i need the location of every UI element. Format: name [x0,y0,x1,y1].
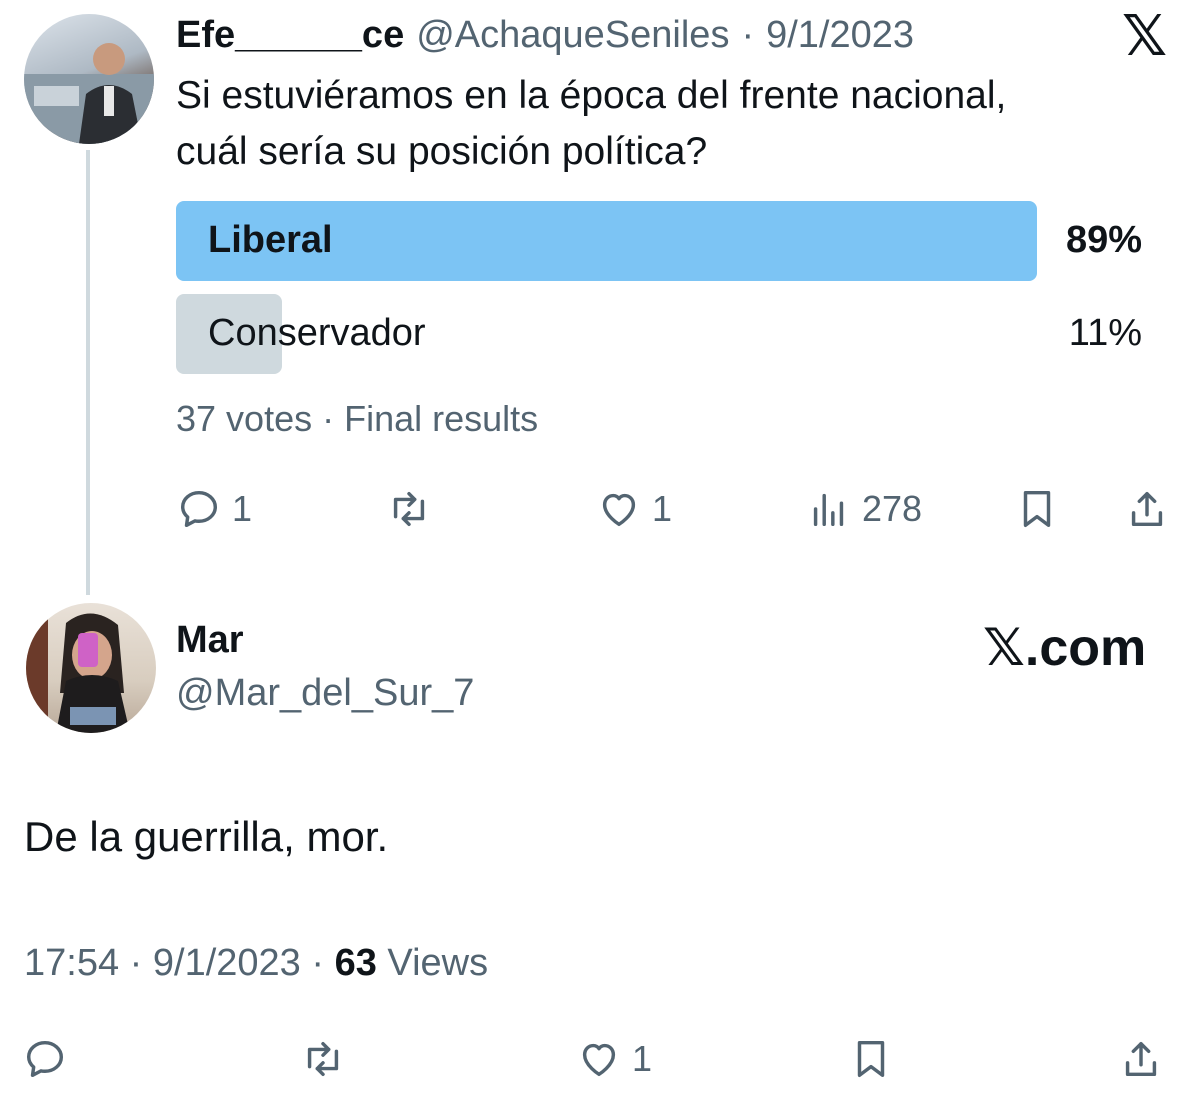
reply-icon [180,490,218,528]
bookmark-button[interactable] [848,1036,894,1082]
share-icon [1131,491,1163,527]
share-button[interactable] [1124,486,1170,532]
reply-date[interactable]: 9/1/2023 [153,942,301,984]
bookmark-icon [857,1040,885,1078]
like-count: 1 [632,1038,653,1079]
meta-separator: · [129,942,153,984]
x-logo-icon: 𝕏 [983,619,1025,677]
x-logo-icon[interactable]: 𝕏 [1122,6,1167,66]
reply-button[interactable] [22,1036,68,1082]
reply-display-name[interactable]: Mar [176,619,244,662]
poll-option-percent: 11% [1068,312,1142,354]
views-button[interactable]: 278 [806,486,922,532]
retweet-button[interactable] [386,486,432,532]
reply-text: De la guerrilla, mor. [24,813,389,860]
bookmark-button[interactable] [1014,486,1060,532]
poll-option-percent: 89% [1065,219,1142,261]
person-photo-icon [24,43,154,144]
reply-count: 1 [232,488,253,529]
reply-icon [26,1040,64,1078]
meta-separator: · [311,942,335,984]
views-count: 278 [862,488,923,529]
reply-time[interactable]: 17:54 [24,942,119,984]
poll-summary: 37 votes · Final results [176,398,539,439]
original-display-name[interactable]: Efe______ce [176,14,404,57]
original-text-line2: cuál sería su posición política? [176,130,708,173]
like-button[interactable]: 1 [576,1036,652,1082]
like-icon [602,493,636,527]
header-separator: · [741,14,755,56]
poll-option-label: Liberal [208,219,333,261]
retweet-button[interactable] [300,1036,346,1082]
x-com-label: .com [1024,619,1147,677]
original-header: Efe______ce @AchaqueSeniles · 9/1/2023 [176,14,914,60]
retweet-icon [307,1041,339,1077]
bookmark-icon [1023,490,1051,528]
original-avatar[interactable] [24,14,154,144]
share-button[interactable] [1118,1036,1164,1082]
reply-views-label: Views [387,942,489,984]
reply-handle[interactable]: @Mar_del_Sur_7 [176,672,474,715]
retweet-icon [393,491,425,527]
poll-option-label: Conservador [208,312,426,354]
like-count: 1 [652,488,673,529]
original-handle[interactable]: @AchaqueSeniles [416,14,729,57]
original-text-line1: Si estuviéramos en la época del frente n… [176,74,1007,117]
person-photo-icon [26,603,130,733]
x-com-branding: 𝕏 .com [983,618,1146,678]
like-button[interactable]: 1 [596,486,672,532]
share-icon [1125,1041,1157,1077]
thread-line [86,150,90,595]
reply-avatar[interactable] [26,603,156,733]
reply-views-count: 63 [334,942,377,984]
reply-meta: 17:54 · 9/1/2023 · 63 Views [24,942,488,985]
reply-button[interactable]: 1 [176,486,252,532]
views-icon [813,493,844,527]
original-date[interactable]: 9/1/2023 [766,14,914,57]
like-icon [582,1043,616,1077]
